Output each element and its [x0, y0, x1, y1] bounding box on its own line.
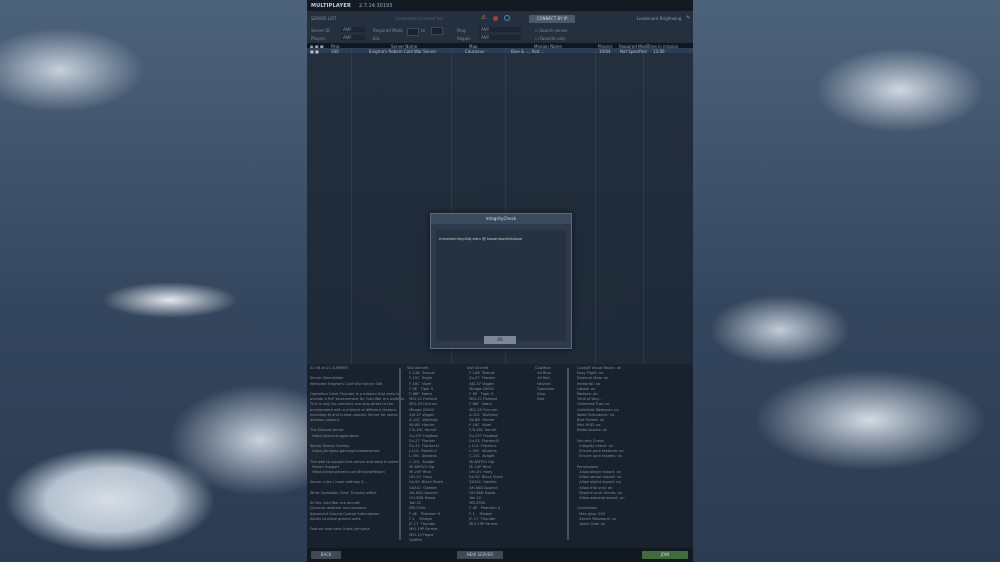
search-server-label: Search server — [539, 28, 568, 33]
server-description: 22:58 at 21 SUMMER Server Description We… — [310, 366, 406, 532]
column-divider — [351, 48, 352, 364]
dialog-title: IntegrityCheck — [431, 214, 571, 224]
column-divider — [595, 48, 596, 364]
filter-players-label: Players — [311, 36, 326, 41]
status-dot-icon[interactable] — [493, 16, 498, 21]
cell-map: Caucasus — [465, 48, 485, 54]
filter-era-label: Era — [373, 36, 380, 41]
filter-region-select[interactable]: ANY — [479, 35, 521, 40]
filter-name-label: Server ID — [311, 28, 330, 33]
red-slot-list: Slot Aircraft F-14B Tomcat Su-27 Flanker… — [467, 366, 504, 527]
filter-panel: Server ID ANY Players ANY Required Mods … — [307, 25, 693, 43]
tab-server-list[interactable]: SERVER LIST — [311, 16, 336, 21]
title-bar: MULTIPLAYER 2.7.14.30193 — [307, 0, 693, 11]
blue-slot-list: Slot Aircraft F-14B Tomcat F-15C Eagle F… — [407, 366, 444, 542]
table-row[interactable]: ■ ■ 100 Enigma's Reborn Cold War Server … — [307, 48, 693, 54]
coalition-list: Coalition All Blue All Red Neutral Spect… — [535, 366, 555, 402]
filter-ping-select[interactable]: ANY — [479, 27, 521, 32]
filter-sep: to — [421, 28, 426, 33]
favorite-only-checkbox[interactable]: ☐ Favorite only — [535, 36, 566, 41]
app-title: MULTIPLAYER — [311, 3, 351, 9]
slots-scrollbar[interactable] — [567, 368, 569, 540]
warning-icon[interactable]: ⚠ — [481, 14, 487, 21]
cell-ping: 100 — [331, 48, 339, 54]
cell-mission-name: Blue & ..., Red ... — [511, 48, 545, 54]
row-icons: ■ ■ — [310, 48, 319, 54]
cell-server-name: Enigma's Reborn Cold War Server — [369, 48, 437, 54]
filter-players-select[interactable]: ANY — [341, 35, 365, 40]
connect-by-ip-button[interactable]: CONNECT BY IP — [529, 15, 575, 23]
refresh-icon[interactable] — [504, 15, 510, 21]
filter-required-label: Required Mods — [373, 28, 403, 33]
cell-players: 10/64 — [599, 48, 611, 54]
connection-status: Connected to server list — [395, 16, 443, 21]
server-details-panel: 22:58 at 21 SUMMER Server Description We… — [307, 364, 693, 548]
server-settings-list: Cockpit Visual Recon: on Easy Flight: no… — [577, 366, 625, 527]
user-name: Lieutenant Brightwing — [637, 16, 682, 21]
dialog-message: mismatching:Ddj.edm @ bazar/world/shape — [439, 236, 523, 241]
search-server-checkbox[interactable]: ☐ Search server — [535, 28, 568, 33]
filter-ping-label: Ping — [457, 28, 466, 33]
ok-button[interactable]: OK — [484, 336, 516, 344]
edit-icon[interactable]: ✎ — [686, 15, 690, 21]
filter-era-box[interactable] — [431, 27, 443, 35]
dialog-body: mismatching:Ddj.edm @ bazar/world/shape — [436, 230, 566, 341]
description-scrollbar[interactable] — [399, 368, 401, 540]
favorite-only-label: Favorite only — [539, 36, 566, 41]
integrity-check-dialog: IntegrityCheck mismatching:Ddj.edm @ baz… — [430, 213, 572, 349]
new-server-button[interactable]: NEW SERVER — [457, 551, 503, 559]
filter-required-box[interactable] — [407, 28, 419, 36]
filter-region-label: Region — [457, 36, 471, 41]
column-divider — [643, 48, 644, 364]
app-version: 2.7.14.30193 — [359, 3, 393, 9]
cell-time: 13:00 — [653, 48, 665, 54]
join-button[interactable]: JOIN — [642, 551, 688, 559]
bottom-bar: BACK NEW SERVER JOIN — [307, 548, 693, 562]
back-button[interactable]: BACK — [311, 551, 341, 559]
filter-name-select[interactable]: ANY — [341, 27, 365, 32]
toolbar: SERVER LIST Connected to server list ⚠ C… — [307, 12, 693, 24]
